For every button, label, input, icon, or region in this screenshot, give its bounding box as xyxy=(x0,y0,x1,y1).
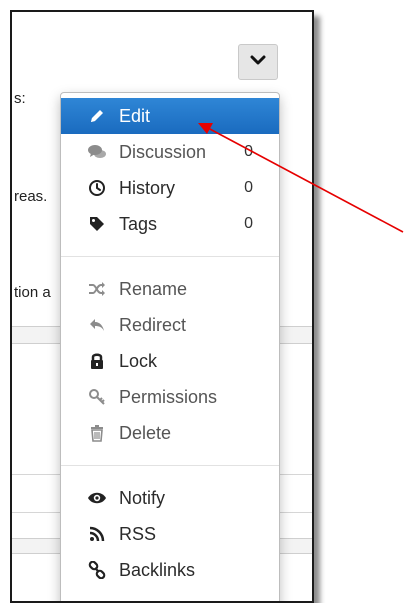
screenshot-frame: s: reas. tion a Edit Discussion 0 Histor… xyxy=(10,10,314,603)
menu-item-label: Backlinks xyxy=(119,559,196,580)
menu-item-label: Edit xyxy=(119,105,151,126)
menu-item-label: Discussion xyxy=(119,141,207,162)
menu-item-rename[interactable]: Rename xyxy=(61,271,279,307)
menu-divider xyxy=(61,465,279,466)
menu-item-rss[interactable]: RSS xyxy=(61,516,279,552)
menu-divider xyxy=(61,256,279,257)
menu-item-edit[interactable]: Edit xyxy=(61,98,279,134)
reply-icon xyxy=(87,315,107,335)
clock-icon xyxy=(87,178,107,198)
menu-item-delete[interactable]: Delete xyxy=(61,415,279,451)
menu-item-label: Notify xyxy=(119,487,166,508)
lock-icon xyxy=(87,351,107,371)
menu-item-notify[interactable]: Notify xyxy=(61,480,279,516)
menu-item-backlinks[interactable]: Backlinks xyxy=(61,552,279,588)
tags-count: 0 xyxy=(244,215,253,232)
background-label-2: reas. xyxy=(14,188,48,205)
tag-icon xyxy=(87,214,107,234)
menu-item-discussion[interactable]: Discussion 0 xyxy=(61,134,279,170)
menu-item-history[interactable]: History 0 xyxy=(61,170,279,206)
menu-item-label: Delete xyxy=(119,422,172,443)
menu-item-label: Rename xyxy=(119,278,188,299)
shuffle-icon xyxy=(87,279,107,299)
menu-item-tags[interactable]: Tags 0 xyxy=(61,206,279,242)
menu-toggle-button[interactable] xyxy=(238,44,278,80)
background-label-1: s: xyxy=(14,90,26,107)
background-label-3: tion a xyxy=(14,284,51,301)
menu-item-label: Lock xyxy=(119,350,158,371)
chevron-down-icon xyxy=(250,53,266,71)
key-icon xyxy=(87,387,107,407)
link-icon xyxy=(87,560,107,580)
menu-item-label: Redirect xyxy=(119,314,187,335)
trash-icon xyxy=(87,423,107,443)
menu-item-lock[interactable]: Lock xyxy=(61,343,279,379)
eye-icon xyxy=(87,488,107,508)
menu-item-label: History xyxy=(119,177,176,198)
menu-item-label: Permissions xyxy=(119,386,218,407)
history-count: 0 xyxy=(244,179,253,196)
discussion-count: 0 xyxy=(244,143,253,160)
comments-icon xyxy=(87,142,107,162)
pencil-icon xyxy=(87,106,107,126)
menu-item-permissions[interactable]: Permissions xyxy=(61,379,279,415)
menu-item-label: RSS xyxy=(119,523,157,544)
menu-item-redirect[interactable]: Redirect xyxy=(61,307,279,343)
menu-item-label: Tags xyxy=(119,213,158,234)
rss-icon xyxy=(87,524,107,544)
page-actions-menu: Edit Discussion 0 History 0 Tags 0 Renam… xyxy=(60,92,280,601)
